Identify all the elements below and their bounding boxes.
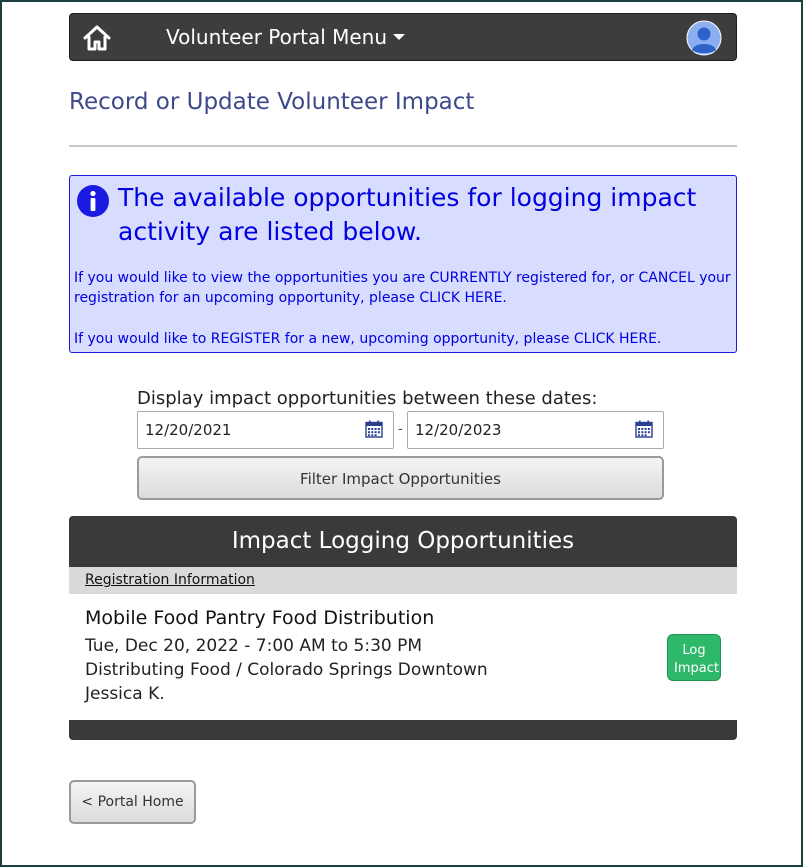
info-circle-icon — [77, 185, 109, 217]
opportunity-location: Distributing Food / Colorado Springs Dow… — [85, 660, 488, 680]
info-alert-box: The available opportunities for logging … — [69, 175, 737, 353]
title-divider — [69, 145, 737, 147]
user-avatar-icon[interactable] — [686, 20, 722, 56]
start-date-input[interactable]: 12/20/2021 — [137, 411, 394, 449]
end-date-value: 12/20/2023 — [415, 421, 502, 439]
filter-impact-opportunities-button[interactable]: Filter Impact Opportunities — [137, 456, 664, 500]
opportunity-row: Mobile Food Pantry Food Distribution Tue… — [69, 594, 737, 720]
info-headline: The available opportunities for logging … — [118, 183, 697, 246]
panel-subheader: Registration Information — [69, 567, 737, 594]
caret-down-icon — [393, 34, 406, 40]
home-icon[interactable] — [82, 23, 112, 53]
volunteer-portal-menu-toggle[interactable]: Volunteer Portal Menu — [166, 25, 406, 49]
calendar-icon[interactable] — [635, 420, 653, 438]
log-impact-label-line1: Log — [682, 642, 706, 658]
page-title: Record or Update Volunteer Impact — [69, 89, 475, 115]
opportunity-title: Mobile Food Pantry Food Distribution — [85, 607, 435, 629]
opportunity-datetime: Tue, Dec 20, 2022 - 7:00 AM to 5:30 PM — [85, 636, 423, 656]
currently-registered-message[interactable]: If you would like to view the opportunit… — [74, 268, 734, 308]
portal-home-button[interactable]: < Portal Home — [69, 780, 196, 824]
menu-label: Volunteer Portal Menu — [166, 25, 388, 49]
impact-opportunities-panel: Impact Logging Opportunities Registratio… — [69, 516, 737, 740]
opportunity-contact: Jessica K. — [85, 684, 165, 704]
log-impact-button[interactable]: Log Impact — [667, 634, 721, 681]
register-new-message[interactable]: If you would like to REGISTER for a new,… — [74, 329, 661, 349]
date-separator: - — [398, 422, 403, 437]
panel-header: Impact Logging Opportunities — [231, 528, 575, 554]
end-date-input[interactable]: 12/20/2023 — [407, 411, 664, 449]
date-range-label: Display impact opportunities between the… — [137, 388, 598, 409]
start-date-value: 12/20/2021 — [145, 421, 232, 439]
top-navbar: Volunteer Portal Menu — [69, 13, 737, 61]
registration-information-link[interactable]: Registration Information — [85, 572, 255, 588]
calendar-icon[interactable] — [365, 420, 383, 438]
log-impact-label-line2: Impact — [674, 660, 719, 676]
